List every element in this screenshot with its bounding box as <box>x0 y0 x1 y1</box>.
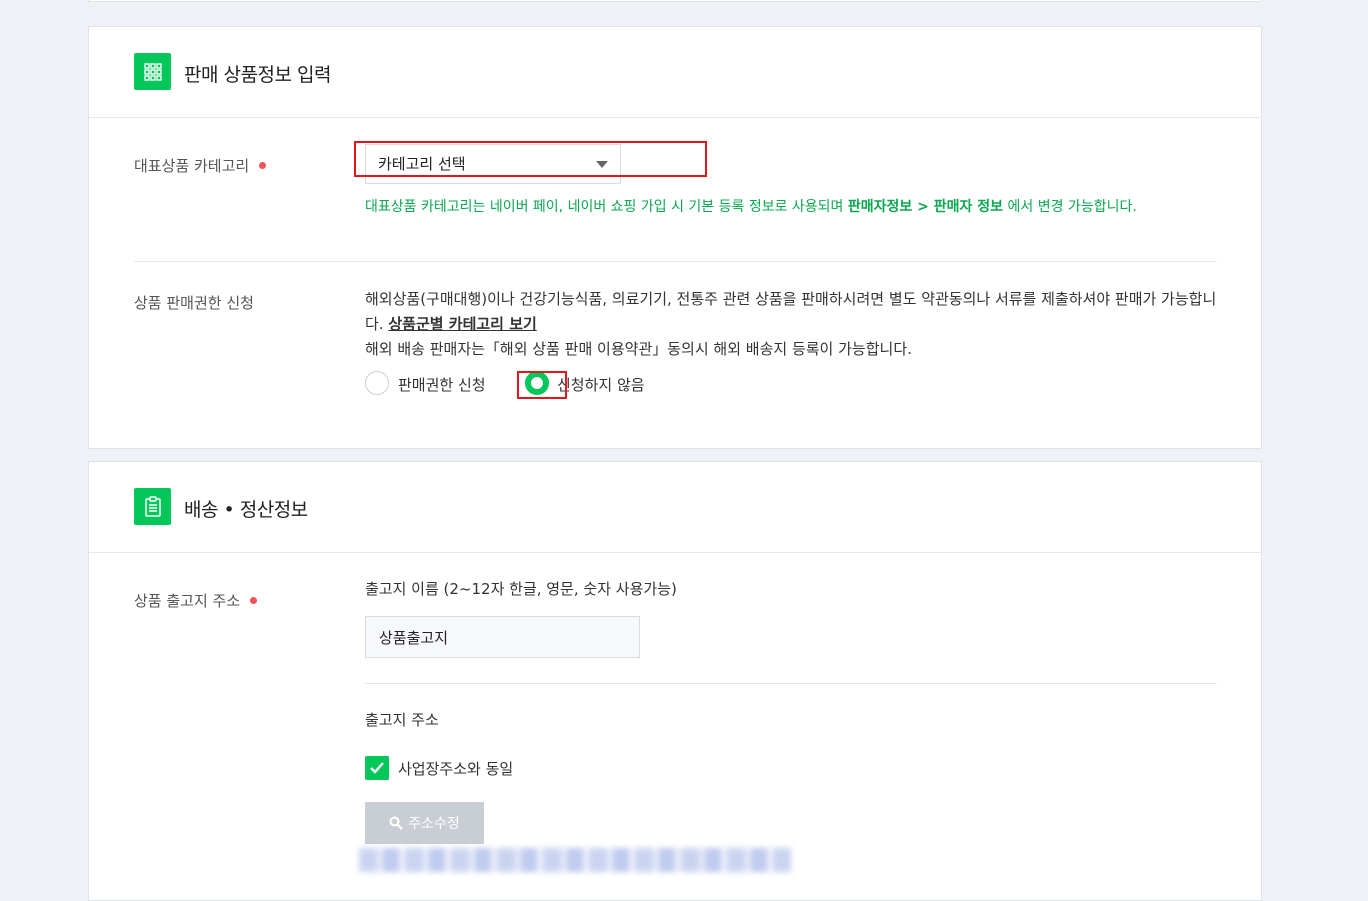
edit-address-button[interactable]: 주소수정 <box>365 802 484 844</box>
radio-apply[interactable] <box>365 371 389 395</box>
permission-description: 해외상품(구매대행)이나 건강기능식품, 의료기기, 전통주 관련 상품을 판매… <box>365 287 1225 362</box>
check-icon <box>370 762 384 774</box>
permission-desc-2: 해외 배송 판매자는「해외 상품 판매 이용약관」동의시 해외 배송지 등록이 … <box>365 340 912 358</box>
section-title: 판매 상품정보 입력 <box>184 64 331 86</box>
category-note: 대표상품 카테고리는 네이버 페이, 네이버 쇼핑 가입 시 기본 등록 정보로… <box>365 196 1225 218</box>
category-by-product-link[interactable]: 상품군별 카테고리 보기 <box>388 315 536 333</box>
required-dot <box>259 162 267 169</box>
permission-label: 상품 판매권한 신청 <box>134 294 254 312</box>
edit-address-label: 주소수정 <box>408 816 460 832</box>
search-icon <box>389 816 404 830</box>
divider <box>365 683 1217 684</box>
warehouse-name-label: 출고지 이름 (2~12자 한글, 영문, 숫자 사용가능) <box>365 580 677 598</box>
blurred-address <box>359 848 791 872</box>
radio-no-apply-label[interactable]: 신청하지 않음 <box>557 374 645 395</box>
section-title: 배송 • 정산정보 <box>184 499 308 521</box>
category-note-suffix: 에서 변경 가능합니다. <box>1003 199 1137 215</box>
warehouse-label: 상품 출고지 주소 <box>134 590 258 611</box>
warehouse-address-label: 출고지 주소 <box>365 711 439 729</box>
same-as-business-checkbox[interactable] <box>365 756 389 780</box>
shipping-info-header: 배송 • 정산정보 <box>89 462 1261 553</box>
warehouse-name-input[interactable]: 상품출고지 <box>365 616 640 658</box>
category-label: 대표상품 카테고리 <box>134 155 267 176</box>
previous-card-bottom <box>88 0 1262 2</box>
grid-icon <box>134 53 171 90</box>
category-label-text: 대표상품 카테고리 <box>134 157 250 175</box>
warehouse-label-text: 상품 출고지 주소 <box>134 592 241 610</box>
highlight-box-category <box>354 141 707 177</box>
shipping-info-card: 배송 • 정산정보 상품 출고지 주소 출고지 이름 (2~12자 한글, 영문… <box>88 461 1262 901</box>
product-info-card: 판매 상품정보 입력 대표상품 카테고리 카테고리 선택 대표상품 카테고리는 … <box>88 26 1262 449</box>
required-dot <box>250 597 258 604</box>
highlight-box-radio <box>517 371 567 399</box>
category-note-prefix: 대표상품 카테고리는 네이버 페이, 네이버 쇼핑 가입 시 기본 등록 정보로… <box>365 199 848 215</box>
clipboard-icon <box>134 488 171 525</box>
product-info-header: 판매 상품정보 입력 <box>89 27 1261 118</box>
radio-apply-label[interactable]: 판매권한 신청 <box>398 374 486 395</box>
divider <box>134 261 1217 262</box>
same-as-business-label[interactable]: 사업장주소와 동일 <box>398 758 513 779</box>
category-note-bold: 판매자정보 > 판매자 정보 <box>847 199 1004 215</box>
